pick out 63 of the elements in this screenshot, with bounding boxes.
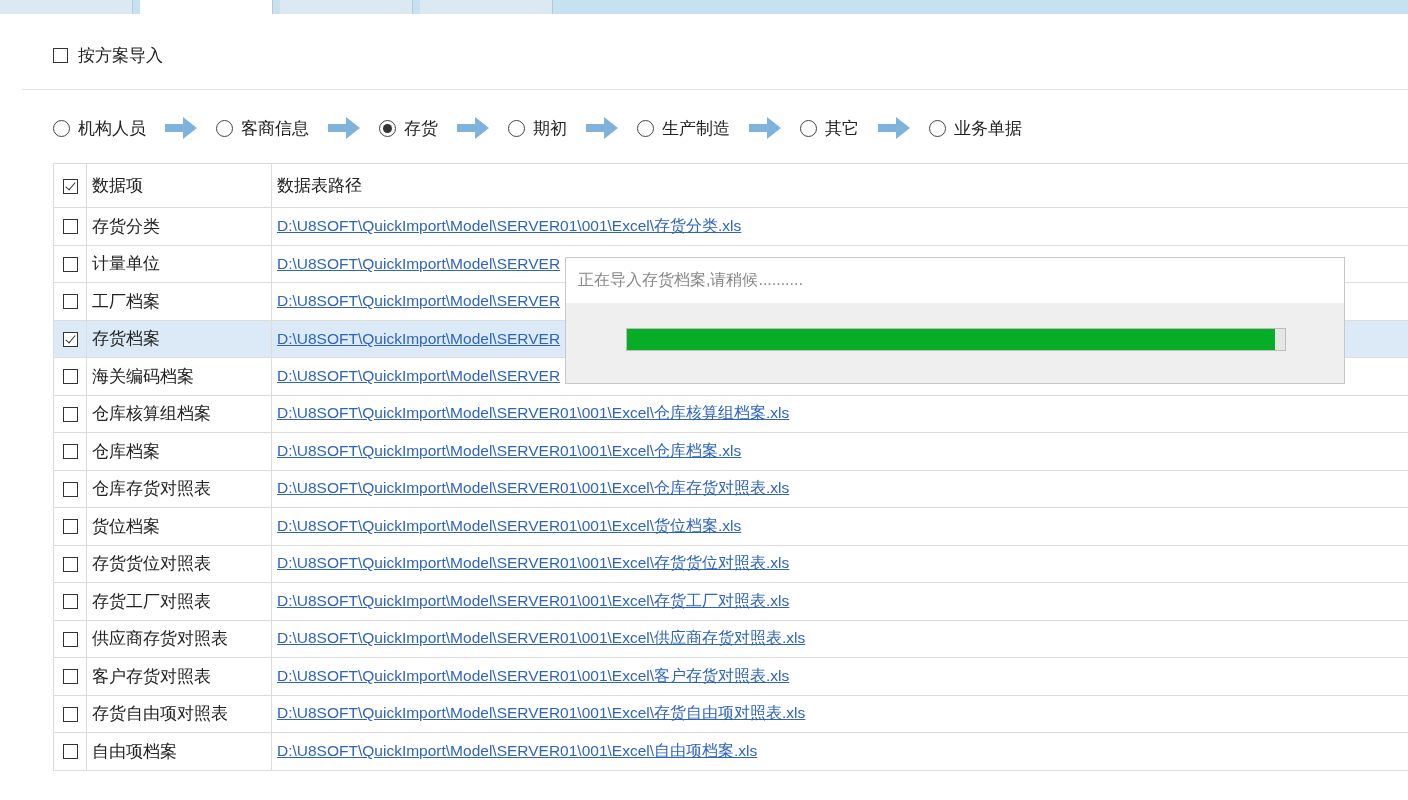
table-cell: 存货工厂对照表	[92, 591, 211, 611]
radio-button[interactable]	[508, 119, 525, 137]
radio-label: 机构人员	[78, 117, 146, 140]
radio-label: 存货	[404, 117, 438, 140]
radio-button[interactable]	[216, 119, 233, 137]
column-header: 数据项	[92, 176, 143, 195]
checkbox[interactable]	[62, 219, 78, 235]
checkbox[interactable]	[53, 47, 68, 63]
radio-button[interactable]	[53, 119, 70, 137]
table-cell: 存货货位对照表	[92, 554, 211, 574]
checkbox[interactable]	[62, 481, 78, 497]
file-path-link[interactable]: D:\U8SOFT\QuickImport\Model\SERVER01\001\Excel\货位档案.xls	[277, 516, 742, 534]
checkbox[interactable]	[62, 519, 78, 535]
file-path-link[interactable]: D:\U8SOFT\QuickImport\Model\SERVER	[277, 254, 561, 272]
radio-button[interactable]	[379, 119, 396, 137]
table-cell: 自由项档案	[92, 741, 177, 761]
checkbox[interactable]	[62, 178, 78, 194]
radio-button[interactable]	[637, 119, 654, 137]
table-cell: 存货自由项对照表	[92, 704, 228, 724]
file-path-link[interactable]: D:\U8SOFT\QuickImport\Model\SERVER	[277, 367, 561, 385]
table-cell: 货位档案	[92, 516, 160, 536]
checkbox[interactable]	[62, 631, 78, 647]
checkbox[interactable]	[62, 369, 78, 385]
checkbox[interactable]	[62, 669, 78, 685]
column-header: 数据表路径	[277, 176, 362, 195]
radio-label: 期初	[533, 117, 567, 140]
arrow-icon	[586, 117, 618, 139]
checkbox[interactable]	[62, 406, 78, 422]
file-path-link[interactable]: D:\U8SOFT\QuickImport\Model\SERVER01\001\Excel\存货分类.xls	[277, 216, 742, 234]
table-cell: 客户存货对照表	[92, 666, 211, 686]
arrow-icon	[749, 117, 781, 139]
file-path-link[interactable]: D:\U8SOFT\QuickImport\Model\SERVER	[277, 329, 561, 347]
file-path-link[interactable]: D:\U8SOFT\QuickImport\Model\SERVER	[277, 292, 561, 310]
checkbox-label: 按方案导入	[78, 44, 163, 67]
arrow-icon	[878, 117, 910, 139]
table-cell: 存货分类	[92, 216, 160, 236]
file-path-link[interactable]: D:\U8SOFT\QuickImport\Model\SERVER01\001\Excel\仓库档案.xls	[277, 441, 742, 459]
checkbox[interactable]	[62, 706, 78, 722]
checkbox[interactable]	[62, 556, 78, 572]
checkbox[interactable]	[62, 444, 78, 460]
arrow-icon	[328, 117, 360, 139]
table-cell: 工厂档案	[92, 291, 160, 311]
radio-label: 客商信息	[241, 117, 309, 140]
table-cell: 供应商存货对照表	[92, 629, 228, 649]
table-cell: 存货档案	[92, 329, 160, 349]
radio-label: 生产制造	[662, 117, 730, 140]
table-cell: 计量单位	[92, 254, 160, 274]
radio-button[interactable]	[929, 119, 946, 137]
radio-label: 业务单据	[954, 117, 1022, 140]
checkbox[interactable]	[62, 744, 78, 760]
checkbox[interactable]	[62, 331, 78, 347]
checkbox[interactable]	[62, 256, 78, 272]
progress-message: 正在导入存货档案,请稍候..........	[577, 270, 804, 290]
radio-button[interactable]	[800, 119, 817, 137]
table-cell: 仓库档案	[92, 441, 160, 461]
checkbox[interactable]	[62, 594, 78, 610]
arrow-icon	[165, 117, 197, 139]
radio-label: 其它	[825, 117, 859, 140]
table-cell: 仓库存货对照表	[92, 479, 211, 499]
arrow-icon	[457, 117, 489, 139]
table-cell: 仓库核算组档案	[92, 404, 211, 424]
table-cell: 海关编码档案	[92, 366, 194, 386]
checkbox[interactable]	[62, 294, 78, 310]
